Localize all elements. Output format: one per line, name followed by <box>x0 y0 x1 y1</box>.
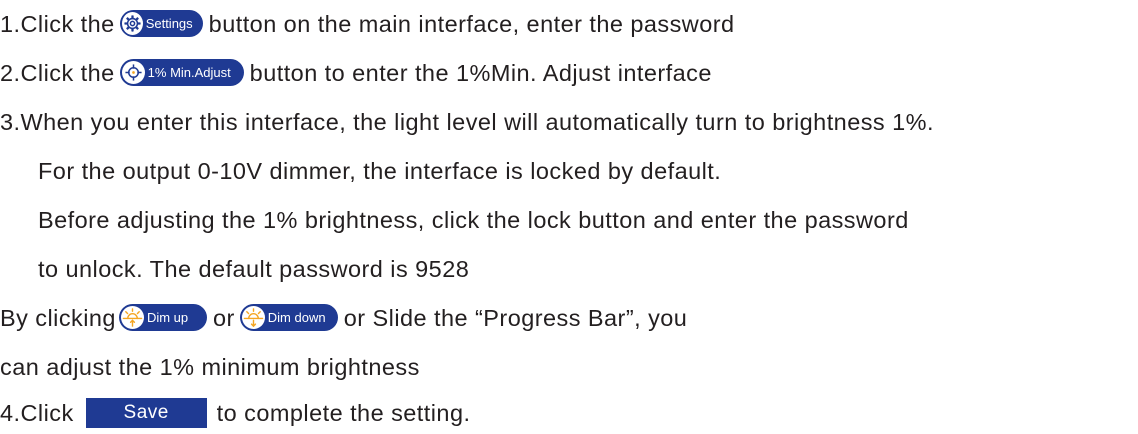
save-button[interactable]: Save <box>85 398 207 428</box>
step3-line1: 3.When you enter this interface, the lig… <box>0 104 934 140</box>
step4-prefix: 4.Click <box>0 399 74 426</box>
min-adjust-button[interactable]: 1% Min.Adjust <box>119 58 244 86</box>
step1-prefix: 1.Click the <box>0 10 115 37</box>
gear-icon <box>121 11 143 35</box>
step4-line: 4.Click Save to complete the setting. <box>0 395 470 431</box>
step3-text-3: Before adjusting the 1% brightness, clic… <box>38 206 909 233</box>
step2-line: 2.Click the 1% Min.Adjust button to ente… <box>0 55 712 91</box>
dim-suffix: or Slide the “Progress Bar”, you <box>343 304 688 331</box>
dim-line2: can adjust the 1% minimum brightness <box>0 349 420 385</box>
step1-line: 1.Click the Settings button on the main … <box>0 6 735 42</box>
min-adjust-button-label: 1% Min.Adjust <box>147 64 231 80</box>
dim-prefix: By clicking <box>0 304 116 331</box>
settings-button-label: Settings <box>145 15 193 31</box>
step3-line4: to unlock. The default password is 9528 <box>38 251 469 287</box>
dim-up-button-label: Dim up <box>146 309 189 325</box>
dim-or-text: or <box>212 304 235 331</box>
step1-suffix: button on the main interface, enter the … <box>208 10 735 37</box>
dim-up-button[interactable]: Dim up <box>118 303 207 331</box>
step3-text-1: 3.When you enter this interface, the lig… <box>0 108 934 135</box>
step3-line2: For the output 0-10V dimmer, the interfa… <box>38 153 721 189</box>
step3-text-2: For the output 0-10V dimmer, the interfa… <box>38 157 722 184</box>
sun-down-icon <box>241 305 265 329</box>
step3-text-4: to unlock. The default password is 9528 <box>38 255 470 282</box>
settings-button[interactable]: Settings <box>119 9 203 37</box>
step3-line3: Before adjusting the 1% brightness, clic… <box>38 202 909 238</box>
step2-suffix: button to enter the 1%Min. Adjust interf… <box>249 59 712 86</box>
dim-down-button[interactable]: Dim down <box>239 303 338 331</box>
sun-up-icon <box>120 305 144 329</box>
dim-line: By clicking Dim up or Dim down or Slide … <box>0 300 687 336</box>
dim-text-2: can adjust the 1% minimum brightness <box>0 353 420 380</box>
save-button-label: Save <box>123 402 169 423</box>
step2-prefix: 2.Click the <box>0 59 115 86</box>
crosshair-icon <box>121 60 145 84</box>
dim-down-button-label: Dim down <box>267 309 326 325</box>
step4-suffix: to complete the setting. <box>216 399 471 426</box>
